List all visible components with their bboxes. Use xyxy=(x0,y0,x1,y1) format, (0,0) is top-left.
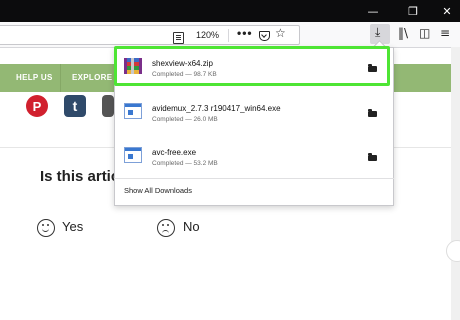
no-button[interactable]: No xyxy=(183,219,200,234)
restore-button[interactable]: ❐ xyxy=(396,0,430,22)
article-feedback-question: Is this artic xyxy=(40,168,120,185)
download-arrow-icon: ⤓ xyxy=(375,25,381,39)
frown-icon[interactable] xyxy=(157,219,175,237)
panel-divider xyxy=(114,178,394,179)
page-scrollbar[interactable] xyxy=(451,47,460,320)
smile-icon[interactable] xyxy=(37,219,55,237)
highlight-box xyxy=(114,46,390,86)
download-filename: avc-free.exe xyxy=(152,148,197,157)
close-button[interactable]: ✕ xyxy=(430,0,460,22)
show-all-downloads-button[interactable]: Show All Downloads xyxy=(124,186,192,195)
bookmark-star-icon[interactable]: ☆ xyxy=(275,26,286,40)
yes-button[interactable]: Yes xyxy=(62,219,83,234)
download-status: Completed — 53.2 MB xyxy=(152,160,218,167)
sidebar-icon[interactable]: ◫ xyxy=(419,26,430,40)
minimize-button[interactable]: — xyxy=(356,0,390,22)
exe-file-icon xyxy=(124,103,142,119)
open-folder-icon[interactable] xyxy=(368,109,377,117)
menu-icon[interactable]: ≡ xyxy=(440,26,450,40)
page-actions-icon[interactable]: ••• xyxy=(237,26,253,40)
exe-file-icon xyxy=(124,147,142,163)
download-status: Completed — 26.0 MB xyxy=(152,116,218,123)
tumblr-icon[interactable]: t xyxy=(64,95,86,117)
nav-divider xyxy=(60,64,61,92)
nav-explore[interactable]: EXPLORE xyxy=(72,73,112,82)
share-icon[interactable] xyxy=(102,95,114,117)
nav-help-us[interactable]: HELP US xyxy=(16,73,53,82)
open-folder-icon[interactable] xyxy=(368,153,377,161)
url-bar[interactable]: 120% ••• ☆ xyxy=(0,25,300,45)
download-filename: avidemux_2.7.3 r190417_win64.exe xyxy=(152,104,281,113)
pinterest-icon[interactable]: P xyxy=(26,95,48,117)
zoom-level[interactable]: 120% xyxy=(196,30,219,40)
reader-view-icon[interactable] xyxy=(173,32,184,44)
title-bar: — ❐ ✕ xyxy=(0,0,460,22)
pocket-icon[interactable] xyxy=(259,31,270,41)
nav-toolbar: 120% ••• ☆ xyxy=(0,22,460,48)
download-item[interactable]: avidemux_2.7.3 r190417_win64.exe Complet… xyxy=(114,92,392,130)
url-bar-divider xyxy=(228,29,229,42)
library-icon[interactable]: ‖\ xyxy=(398,26,408,40)
floating-button[interactable] xyxy=(446,240,460,262)
download-item[interactable]: avc-free.exe Completed — 53.2 MB xyxy=(114,136,392,174)
